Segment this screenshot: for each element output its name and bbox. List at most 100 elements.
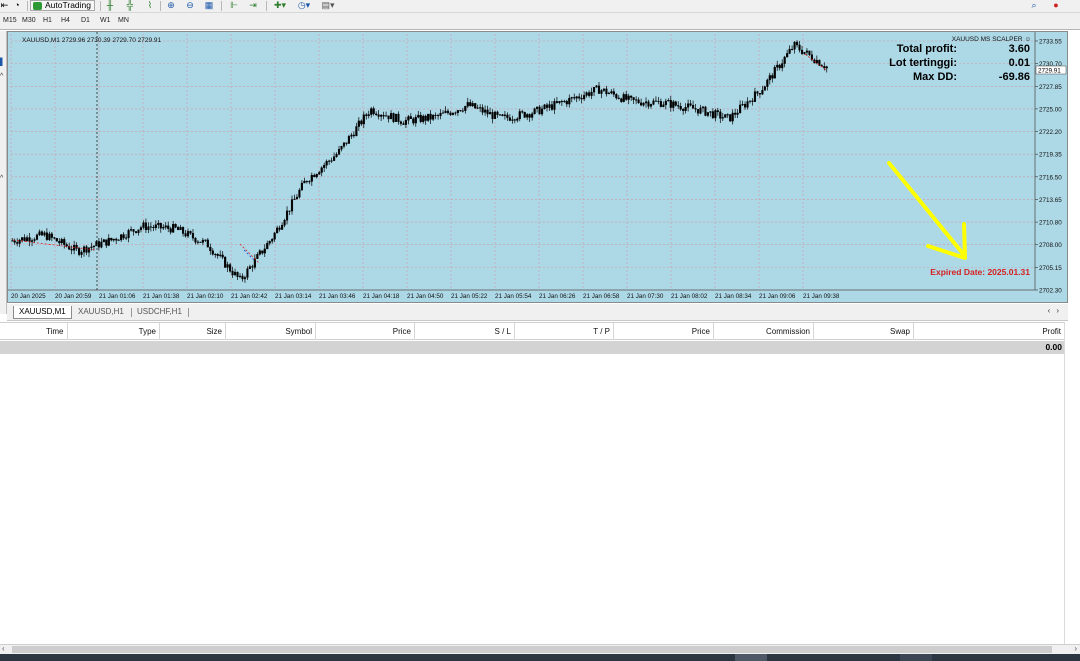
- column-header-time[interactable]: Time: [0, 323, 68, 340]
- candle-body: [709, 111, 712, 113]
- price-chart[interactable]: 2733.55 2730.70 2727.85 2725.00 2722.20 2719.…: [7, 31, 1068, 303]
- candle-body: [479, 107, 482, 109]
- tab-usdchf-h1[interactable]: USDCHF,H1: [132, 306, 187, 319]
- timeframe-m15[interactable]: M15: [3, 17, 17, 24]
- candle-body: [664, 100, 667, 106]
- timeframe-w1[interactable]: W1: [100, 17, 111, 24]
- line-chart-icon[interactable]: ⌇: [144, 0, 156, 11]
- column-header-commission[interactable]: Commission: [714, 323, 814, 340]
- candle-body: [35, 234, 39, 240]
- chart-tabs-bar: XAUUSD,M1 XAUUSD,H1 USDCHF,H1 ‹›: [7, 304, 1068, 321]
- time-tick-label: 21 Jan 09:06: [759, 293, 796, 300]
- time-tick-label: 21 Jan 09:38: [803, 293, 840, 300]
- candle-body: [110, 237, 113, 241]
- zoom-out-icon[interactable]: ⊖: [184, 0, 196, 11]
- candle-body: [55, 238, 58, 242]
- candle-body: [805, 50, 809, 53]
- column-header-profit[interactable]: Profit: [914, 323, 1064, 340]
- taskbar-item[interactable]: [900, 654, 932, 661]
- candle-body: [501, 114, 504, 116]
- autotrading-button[interactable]: AutoTrading: [30, 0, 95, 11]
- market-watch-marker[interactable]: ▌: [0, 59, 6, 66]
- column-header-price[interactable]: Price: [614, 323, 714, 340]
- trade-table-body[interactable]: [0, 354, 1064, 644]
- candle-body: [667, 100, 670, 102]
- timeframe-h1[interactable]: H1: [43, 17, 52, 24]
- candle-body: [610, 91, 613, 94]
- candle-body: [350, 134, 353, 137]
- tile-windows-icon[interactable]: ▦: [203, 0, 215, 11]
- current-price-label: 2729.91: [1038, 67, 1061, 74]
- bar-chart-icon[interactable]: ╫: [104, 0, 116, 11]
- indicators-dropdown-icon[interactable]: ✚▾: [270, 0, 290, 11]
- scroll-left-icon[interactable]: ‹: [2, 644, 5, 653]
- candle-body: [714, 110, 717, 119]
- candle-body: [662, 104, 665, 107]
- column-header-symbol[interactable]: Symbol: [226, 323, 316, 340]
- candle-body: [600, 90, 603, 94]
- scrollbar-thumb[interactable]: [12, 646, 1052, 653]
- candle-body: [687, 103, 690, 108]
- vertical-scrollbar[interactable]: [1064, 322, 1080, 644]
- balance-row: 0.00: [0, 341, 1064, 354]
- alert-icon[interactable]: ●: [1050, 0, 1062, 11]
- candle-body: [328, 160, 331, 162]
- column-header-t-p[interactable]: T / P: [515, 323, 614, 340]
- candle-body: [823, 66, 826, 69]
- candle-body: [281, 224, 284, 230]
- candle-body: [370, 108, 373, 115]
- column-header-type[interactable]: Type: [68, 323, 160, 340]
- candle-body: [211, 250, 214, 255]
- scroll-back-icon[interactable]: ⇤: [0, 0, 9, 11]
- column-header-size[interactable]: Size: [160, 323, 226, 340]
- chart-shift-icon[interactable]: ⊩: [228, 0, 240, 11]
- price-tick-label: 2727.85: [1039, 84, 1062, 91]
- column-header-swap[interactable]: Swap: [814, 323, 914, 340]
- tab-xauusd-h1[interactable]: XAUUSD,H1: [73, 306, 129, 319]
- periods-dropdown-icon[interactable]: ◷▾: [294, 0, 314, 11]
- candle-body: [181, 227, 185, 234]
- candle-body: [699, 107, 702, 114]
- horizontal-scrollbar[interactable]: ‹ ›: [0, 644, 1080, 654]
- panel-scroll-up-icon[interactable]: ^: [0, 73, 6, 80]
- candle-body: [164, 225, 167, 228]
- scroll-right-icon[interactable]: ›: [1074, 644, 1077, 653]
- candle-body: [635, 99, 638, 101]
- navigator-icon[interactable]: ◔: [11, 0, 23, 11]
- timeframe-h4[interactable]: H4: [61, 17, 70, 24]
- auto-scroll-icon[interactable]: ⇥: [247, 0, 259, 11]
- search-icon[interactable]: ⌕: [1028, 0, 1040, 11]
- candle-body: [684, 107, 687, 111]
- candle-body: [377, 114, 380, 117]
- chart-ohlc-info: XAUUSD,M1 2729.96 2730.39 2729.70 2729.9…: [22, 37, 162, 44]
- timeframe-mn[interactable]: MN: [118, 17, 129, 24]
- candle-body: [734, 112, 737, 115]
- candle-body: [644, 101, 648, 104]
- candle-body: [657, 100, 660, 102]
- candle-body: [58, 241, 61, 244]
- candle-body: [461, 110, 464, 112]
- candle-body: [177, 227, 180, 231]
- candle-body: [335, 154, 338, 157]
- column-header-s-l[interactable]: S / L: [415, 323, 515, 340]
- candle-body: [417, 114, 420, 118]
- candle-body: [253, 258, 256, 268]
- candle-body: [261, 250, 264, 254]
- tab-scroll-arrows-icon[interactable]: ‹›: [1048, 306, 1065, 315]
- tab-xauusd-m1[interactable]: XAUUSD,M1: [13, 306, 72, 319]
- candle-body: [199, 241, 202, 243]
- candle-body: [481, 107, 484, 113]
- templates-dropdown-icon[interactable]: ▤▾: [318, 0, 338, 11]
- zoom-in-icon[interactable]: ⊕: [165, 0, 177, 11]
- candle-body: [444, 110, 447, 114]
- candlestick-chart-icon[interactable]: ╬: [124, 0, 136, 11]
- candle-body: [731, 112, 734, 122]
- panel-scroll-down-icon[interactable]: ^: [0, 175, 6, 182]
- taskbar-item[interactable]: [735, 654, 767, 661]
- candle-body: [345, 142, 348, 144]
- timeframe-d1[interactable]: D1: [81, 17, 90, 24]
- candle-body: [276, 227, 279, 234]
- column-header-price[interactable]: Price: [316, 323, 415, 340]
- timeframe-m30[interactable]: M30: [22, 17, 36, 24]
- candle-body: [427, 113, 430, 121]
